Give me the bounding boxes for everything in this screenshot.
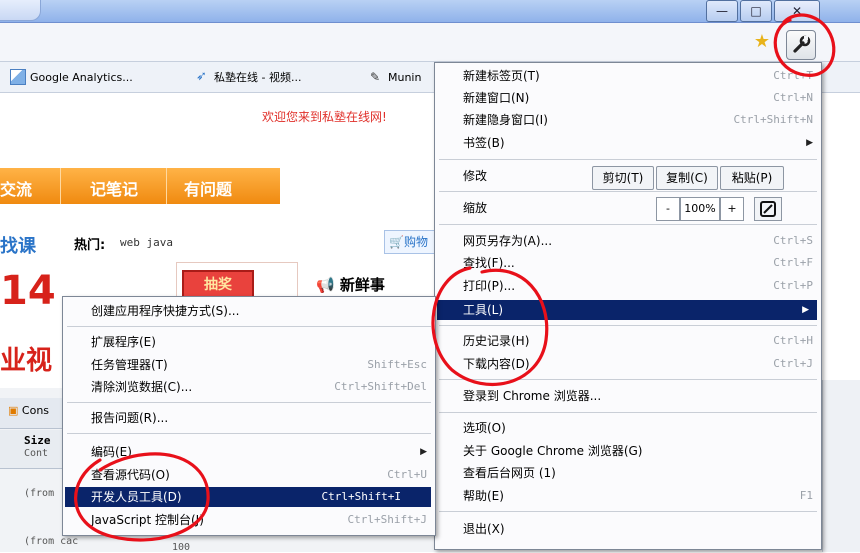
menu-separator [67, 433, 431, 434]
content-column-header: Cont [24, 448, 49, 459]
star-icon[interactable]: ★ [752, 32, 772, 52]
zoom-out-button[interactable]: - [656, 197, 680, 221]
bird-icon: ➶ [196, 69, 207, 84]
menu-item-extensions[interactable]: 扩展程序(E) [91, 332, 427, 352]
hot-keywords[interactable]: web java [120, 236, 173, 249]
menu-separator [67, 326, 431, 327]
nav-divider [60, 168, 61, 204]
wrench-menu-button[interactable] [786, 30, 816, 60]
fullscreen-icon [760, 201, 776, 217]
menu-item-save-as[interactable]: 网页另存为(A)... Ctrl+S [463, 231, 813, 251]
menu-item-new-window[interactable]: 新建窗口(N) Ctrl+N [463, 88, 813, 108]
menu-item-clear-data[interactable]: 清除浏览数据(C)... Ctrl+Shift+Del [91, 377, 427, 397]
submenu-arrow-icon: ▶ [420, 447, 427, 457]
minimize-icon: — [716, 4, 728, 18]
menu-item-print[interactable]: 打印(P)... Ctrl+P [463, 276, 813, 296]
nav-item-questions[interactable]: 有问题 [184, 176, 232, 200]
menu-item-bookmarks[interactable]: 书签(B) ▶ [463, 133, 813, 153]
menu-item-js-console[interactable]: JavaScript 控制台(J) Ctrl+Shift+J [91, 510, 427, 530]
maximize-button[interactable]: □ [740, 0, 772, 22]
menu-item-help[interactable]: 帮助(E) F1 [463, 486, 813, 506]
menu-item-new-incognito[interactable]: 新建隐身窗口(I) Ctrl+Shift+N [463, 110, 813, 130]
paste-button[interactable]: 粘贴(P) [720, 166, 784, 190]
table-row: (from cac [24, 536, 79, 547]
hot-label: 热门: [74, 238, 106, 253]
menu-separator [439, 325, 817, 326]
submenu-arrow-icon: ▶ [806, 138, 813, 148]
fullscreen-button[interactable] [754, 197, 782, 221]
copy-button[interactable]: 复制(C) [656, 166, 718, 190]
menu-separator [439, 191, 817, 192]
cart-button[interactable]: 🛒购物 [384, 230, 440, 254]
bookmark-sishu-online[interactable]: ➶ 私塾在线 - 视频... [196, 68, 301, 86]
main-menu: 新建标签页(T) Ctrl+T 新建窗口(N) Ctrl+N 新建隐身窗口(I)… [434, 62, 822, 550]
cut-button[interactable]: 剪切(T) [592, 166, 654, 190]
table-cell: 100 [172, 542, 191, 553]
close-icon: ✕ [791, 4, 803, 18]
console-tab[interactable]: ▣ Cons [8, 404, 49, 417]
megaphone-icon: 📢 [316, 276, 335, 294]
menu-item-about[interactable]: 关于 Google Chrome 浏览器(G) [463, 441, 813, 461]
menu-item-tools[interactable]: 工具(L) ▶ [437, 300, 817, 320]
news-heading: 📢 新鲜事 [316, 276, 385, 294]
nav-item-exchange[interactable]: 交流 [0, 176, 32, 200]
menu-item-task-manager[interactable]: 任务管理器(T) Shift+Esc [91, 355, 427, 375]
menu-separator [439, 379, 817, 380]
size-column-header[interactable]: Size [24, 434, 51, 447]
console-icon: ▣ [8, 404, 19, 417]
menu-separator [439, 159, 817, 160]
bookmark-munin[interactable]: ✎ Munin [370, 68, 421, 86]
menu-item-report-issue[interactable]: 报告问题(R)... [91, 408, 427, 428]
banner-text: 业视 [0, 346, 53, 376]
edit-label: 修改 [463, 169, 488, 183]
scrollbar-area[interactable] [822, 380, 860, 552]
menu-separator [439, 511, 817, 512]
menu-item-encoding[interactable]: 编码(E) ▶ [91, 442, 427, 462]
menu-item-exit[interactable]: 退出(X) [463, 519, 813, 539]
wrench-icon [793, 35, 811, 53]
menu-item-downloads[interactable]: 下载内容(D) Ctrl+J [463, 354, 813, 374]
submenu-arrow-icon: ▶ [802, 305, 809, 315]
bookmark-google-analytics[interactable]: Google Analytics... [10, 68, 133, 86]
find-course-label[interactable]: 找课 [0, 232, 36, 258]
analytics-icon [10, 69, 26, 85]
zoom-level: 100% [680, 197, 720, 221]
menu-separator [67, 402, 431, 403]
toolbar [0, 23, 860, 62]
nav-divider [166, 168, 167, 204]
close-button[interactable]: ✕ [774, 0, 820, 22]
menu-item-background-pages[interactable]: 查看后台网页 (1) [463, 463, 813, 483]
welcome-text: 欢迎您来到私塾在线网! [262, 110, 387, 124]
site-nav [0, 168, 280, 204]
menu-item-history[interactable]: 历史记录(H) Ctrl+H [463, 331, 813, 351]
menu-item-view-source[interactable]: 查看源代码(O) Ctrl+U [91, 465, 427, 485]
nav-item-notes[interactable]: 记笔记 [90, 176, 138, 200]
browser-tab[interactable] [0, 0, 41, 21]
menu-item-find[interactable]: 查找(F)... Ctrl+F [463, 253, 813, 273]
menu-item-new-tab[interactable]: 新建标签页(T) Ctrl+T [463, 66, 813, 86]
menu-item-create-shortcut[interactable]: 创建应用程序快捷方式(S)... [91, 301, 427, 321]
zoom-in-button[interactable]: + [720, 197, 744, 221]
minimize-button[interactable]: — [706, 0, 738, 22]
munin-icon: ✎ [370, 70, 381, 84]
zoom-label: 缩放 [463, 201, 488, 215]
menu-item-options[interactable]: 选项(O) [463, 418, 813, 438]
menu-item-developer-tools[interactable]: 开发人员工具(D) Ctrl+Shift+I [65, 487, 431, 507]
menu-separator [439, 224, 817, 225]
menu-item-sign-in[interactable]: 登录到 Chrome 浏览器... [463, 386, 813, 406]
table-row: (from [24, 488, 55, 499]
tools-submenu: 创建应用程序快捷方式(S)... 扩展程序(E) 任务管理器(T) Shift+… [62, 296, 436, 536]
maximize-icon: □ [750, 4, 762, 18]
banner-number: 14 [0, 268, 56, 314]
menu-separator [439, 412, 817, 413]
